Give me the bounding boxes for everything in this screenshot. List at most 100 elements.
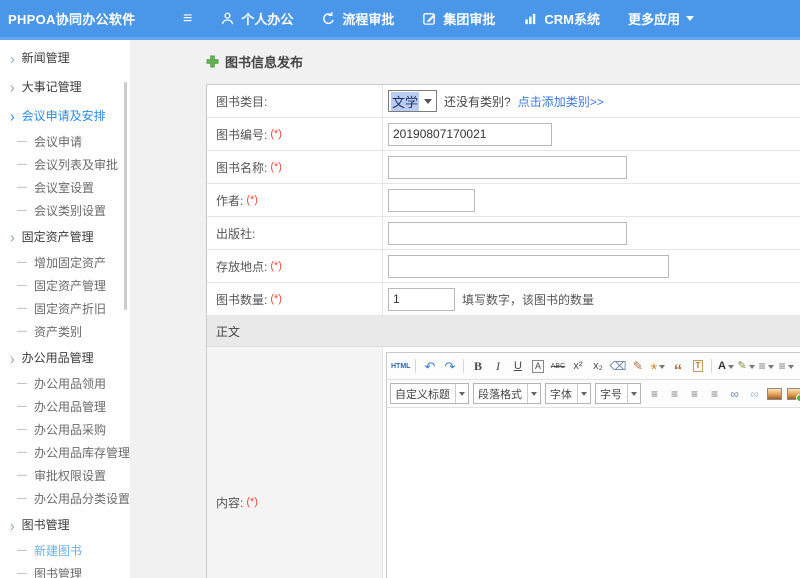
sidebar-subitem[interactable]: —办公用品库存管理	[0, 441, 130, 464]
unordered-list-button[interactable]: ≡	[777, 357, 796, 375]
dash-icon: —	[17, 470, 27, 481]
image-button[interactable]	[765, 385, 784, 403]
publisher-input[interactable]	[388, 222, 627, 245]
storage-location-input[interactable]	[388, 255, 669, 278]
eraser-button[interactable]: ⌫	[608, 357, 627, 375]
field-label: 内容: (*)	[207, 347, 383, 578]
align-right-button[interactable]: ≡	[685, 385, 704, 403]
sidebar-item[interactable]: ›新闻管理	[0, 43, 130, 72]
nav-item-personal-office[interactable]: 个人办公	[220, 9, 293, 28]
chevron-right-icon: ›	[10, 78, 15, 94]
user-icon	[220, 11, 235, 26]
strikethrough-icon: ABC	[551, 363, 565, 370]
italic-button[interactable]: I	[488, 357, 507, 375]
sidebar-item[interactable]: ›大事记管理	[0, 72, 130, 101]
strikethrough-button[interactable]: ABC	[548, 357, 567, 375]
eraser-icon: ⌫	[609, 360, 626, 372]
sidebar-subitem[interactable]: —会议室设置	[0, 176, 130, 199]
caret-down-icon	[686, 16, 694, 25]
sidebar-item[interactable]: ›会议申请及安排	[0, 101, 130, 130]
sidebar-subitem[interactable]: —会议类别设置	[0, 199, 130, 222]
underline-button[interactable]: U	[508, 357, 527, 375]
link-button[interactable]: ∞	[725, 385, 744, 403]
sidebar-subitem-label: 办公用品分类设置	[34, 490, 130, 507]
sidebar-subitem-label: 会议类别设置	[34, 202, 106, 219]
page-title: 图书信息发布	[206, 51, 800, 71]
align-center-button[interactable]: ≡	[665, 385, 684, 403]
field-value	[383, 217, 800, 249]
sidebar-subitem[interactable]: —会议列表及审批	[0, 153, 130, 176]
undo-button[interactable]: ↶	[420, 357, 439, 375]
sidebar-subitem[interactable]: —资产类别	[0, 320, 130, 343]
char-border-button[interactable]: A	[528, 357, 547, 375]
format-painter-button[interactable]: ✎	[628, 357, 647, 375]
editor-content-area[interactable]	[387, 408, 800, 578]
dash-icon: —	[17, 401, 27, 412]
insert-image-icon	[787, 388, 800, 400]
paste-as-text-button[interactable]: T	[688, 357, 707, 375]
nav-item-group-approval[interactable]: 集团审批	[422, 9, 495, 28]
sidebar-item-label: 办公用品管理	[22, 349, 94, 366]
menu-icon[interactable]: ≡	[183, 11, 192, 27]
sidebar-subitem-label: 办公用品领用	[34, 375, 106, 392]
sidebar-item[interactable]: ›办公用品管理	[0, 343, 130, 372]
nav-item-more-apps[interactable]: 更多应用	[628, 9, 694, 28]
author-input[interactable]	[388, 189, 475, 212]
add-category-link[interactable]: 点击添加类别>>	[518, 93, 604, 110]
custom-title-dropdown[interactable]: 自定义标题	[390, 383, 469, 404]
align-left-button[interactable]: ≡	[645, 385, 664, 403]
caret-down-icon	[728, 365, 734, 372]
insert-image-button[interactable]	[785, 385, 800, 403]
align-justify-button[interactable]: ≡	[705, 385, 724, 403]
category-select[interactable]: 文学	[388, 90, 437, 112]
book-number-input[interactable]	[388, 123, 552, 146]
sidebar-scrollbar-thumb[interactable]	[124, 82, 127, 310]
auto-typeset-button[interactable]: *	[648, 357, 667, 375]
quantity-input[interactable]	[388, 288, 455, 311]
sidebar-subitem[interactable]: —图书管理	[0, 562, 130, 578]
sidebar-subitem[interactable]: —审批权限设置	[0, 464, 130, 487]
sidebar-subitem[interactable]: —办公用品分类设置	[0, 487, 130, 510]
paragraph-format-dropdown[interactable]: 段落格式	[473, 383, 541, 404]
sidebar-subitem[interactable]: —办公用品领用	[0, 372, 130, 395]
sidebar-subitem[interactable]: —固定资产管理	[0, 274, 130, 297]
html-source-button[interactable]: HTML	[390, 357, 411, 375]
chevron-right-icon: ›	[10, 49, 15, 65]
font-color-button[interactable]: A	[716, 357, 735, 375]
main-content: 图书信息发布 图书类目: 文学 还没有类别? 点击添加类别>>	[130, 40, 800, 578]
sidebar-item-label: 固定资产管理	[22, 228, 94, 245]
subscript-button[interactable]: x₂	[588, 357, 607, 375]
sidebar-item[interactable]: ›图书管理	[0, 510, 130, 539]
font-size-dropdown[interactable]: 字号	[595, 383, 641, 404]
flow-icon	[321, 11, 336, 26]
field-label-text: 图书数量:	[216, 291, 267, 308]
auto-typeset-icon: *	[651, 359, 658, 374]
sidebar-subitem[interactable]: —办公用品管理	[0, 395, 130, 418]
unlink-button[interactable]: ∞	[745, 385, 764, 403]
blockquote-button[interactable]: “	[668, 357, 687, 375]
nav-item-crm-system[interactable]: CRM系统	[523, 9, 600, 28]
highlight-color-button[interactable]: ✎	[736, 357, 755, 375]
book-category-row: 图书类目: 文学 还没有类别? 点击添加类别>>	[207, 85, 800, 118]
font-family-dropdown[interactable]: 字体	[545, 383, 591, 404]
superscript-button[interactable]: x²	[568, 357, 587, 375]
author-row: 作者: (*)	[207, 184, 800, 217]
sidebar-item[interactable]: ›固定资产管理	[0, 222, 130, 251]
nav-item-label: 更多应用	[628, 9, 680, 28]
redo-button[interactable]: ↷	[440, 357, 459, 375]
align-justify-icon: ≡	[711, 388, 718, 400]
bold-button[interactable]: B	[468, 357, 487, 375]
book-name-input[interactable]	[388, 156, 627, 179]
field-label-text: 存放地点:	[216, 258, 267, 275]
sidebar-subitem[interactable]: —办公用品采购	[0, 418, 130, 441]
sidebar-subitem[interactable]: —会议申请	[0, 130, 130, 153]
sidebar-subitem[interactable]: —新建图书	[0, 539, 130, 562]
dash-icon: —	[17, 447, 27, 458]
sidebar-subitem[interactable]: —增加固定资产	[0, 251, 130, 274]
sidebar-subitem[interactable]: —固定资产折旧	[0, 297, 130, 320]
dash-icon: —	[17, 182, 27, 193]
required-mark: (*)	[246, 496, 258, 508]
ordered-list-button[interactable]: ≡	[757, 357, 776, 375]
nav-item-process-approval[interactable]: 流程审批	[321, 9, 394, 28]
chevron-right-icon: ›	[10, 107, 15, 123]
